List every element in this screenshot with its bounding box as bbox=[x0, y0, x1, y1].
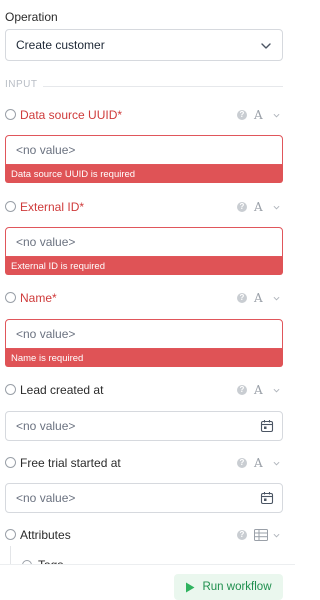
input-placeholder: <no value> bbox=[16, 419, 76, 433]
field-toggle-radio[interactable] bbox=[5, 292, 16, 303]
field-label: Data source UUID* bbox=[20, 108, 123, 122]
field-label: Lead created at bbox=[20, 383, 104, 397]
field-toggle-radio[interactable] bbox=[5, 384, 16, 395]
field-toggle-radio[interactable] bbox=[5, 109, 16, 120]
field-label: Name* bbox=[20, 291, 57, 305]
field-row-data-source-uuid: Data source UUID* ? A bbox=[0, 105, 295, 125]
help-icon[interactable]: ? bbox=[237, 530, 247, 540]
chevron-down-icon bbox=[273, 533, 280, 538]
external-id-input[interactable]: <no value> bbox=[5, 227, 283, 257]
input-section-label: INPUT bbox=[5, 79, 38, 90]
type-selector-button[interactable]: A bbox=[254, 454, 282, 472]
field-row-name: Name* ? A bbox=[0, 288, 295, 308]
run-workflow-button[interactable]: Run workflow bbox=[174, 574, 283, 600]
text-type-icon: A bbox=[254, 200, 263, 214]
error-message: Data source UUID is required bbox=[5, 165, 283, 183]
text-type-icon: A bbox=[254, 108, 263, 122]
calendar-icon[interactable] bbox=[260, 491, 274, 505]
input-placeholder: <no value> bbox=[16, 491, 76, 505]
footer-bar: Run workflow bbox=[0, 564, 295, 600]
field-row-attributes: Attributes ? bbox=[0, 525, 295, 545]
input-placeholder: <no value> bbox=[16, 327, 76, 341]
error-message: External ID is required bbox=[5, 257, 283, 275]
operation-label: Operation bbox=[5, 10, 58, 24]
field-label: Free trial started at bbox=[20, 456, 121, 470]
field-label: External ID* bbox=[20, 200, 85, 214]
help-icon[interactable]: ? bbox=[237, 202, 247, 212]
help-icon[interactable]: ? bbox=[237, 458, 247, 468]
chevron-down-icon bbox=[273, 113, 280, 118]
workflow-step-panel: Operation Create customer INPUT Data sou… bbox=[0, 0, 295, 600]
input-placeholder: <no value> bbox=[16, 235, 76, 249]
field-row-external-id: External ID* ? A bbox=[0, 197, 295, 217]
chevron-down-icon bbox=[261, 43, 271, 49]
section-divider bbox=[43, 86, 283, 87]
help-icon[interactable]: ? bbox=[237, 293, 247, 303]
type-selector-button[interactable]: A bbox=[254, 289, 282, 307]
input-placeholder: <no value> bbox=[16, 143, 76, 157]
input-section-header: INPUT bbox=[5, 79, 283, 93]
free-trial-started-at-input[interactable]: <no value> bbox=[5, 483, 283, 513]
type-selector-button[interactable] bbox=[254, 526, 282, 544]
help-icon[interactable]: ? bbox=[237, 385, 247, 395]
type-selector-button[interactable]: A bbox=[254, 106, 282, 124]
field-toggle-radio[interactable] bbox=[5, 529, 16, 540]
name-input[interactable]: <no value> bbox=[5, 319, 283, 349]
error-message: Name is required bbox=[5, 349, 283, 367]
operation-select-value: Create customer bbox=[16, 38, 105, 52]
field-row-lead-created-at: Lead created at ? A bbox=[0, 380, 295, 400]
run-workflow-label: Run workflow bbox=[202, 581, 272, 593]
calendar-icon[interactable] bbox=[260, 419, 274, 433]
operation-select[interactable]: Create customer bbox=[5, 29, 283, 61]
play-icon bbox=[186, 582, 195, 592]
field-toggle-radio[interactable] bbox=[5, 457, 16, 468]
text-type-icon: A bbox=[254, 291, 263, 305]
chevron-down-icon bbox=[273, 461, 280, 466]
chevron-down-icon bbox=[273, 296, 280, 301]
chevron-down-icon bbox=[273, 388, 280, 393]
field-toggle-radio[interactable] bbox=[5, 201, 16, 212]
help-icon[interactable]: ? bbox=[237, 110, 247, 120]
data-source-uuid-input[interactable]: <no value> bbox=[5, 135, 283, 165]
type-selector-button[interactable]: A bbox=[254, 381, 282, 399]
text-type-icon: A bbox=[254, 383, 263, 397]
text-type-icon: A bbox=[254, 456, 263, 470]
field-row-free-trial-started-at: Free trial started at ? A bbox=[0, 453, 295, 473]
type-selector-button[interactable]: A bbox=[254, 198, 282, 216]
lead-created-at-input[interactable]: <no value> bbox=[5, 411, 283, 441]
field-label: Attributes bbox=[20, 528, 71, 542]
chevron-down-icon bbox=[273, 205, 280, 210]
table-icon bbox=[254, 529, 268, 541]
